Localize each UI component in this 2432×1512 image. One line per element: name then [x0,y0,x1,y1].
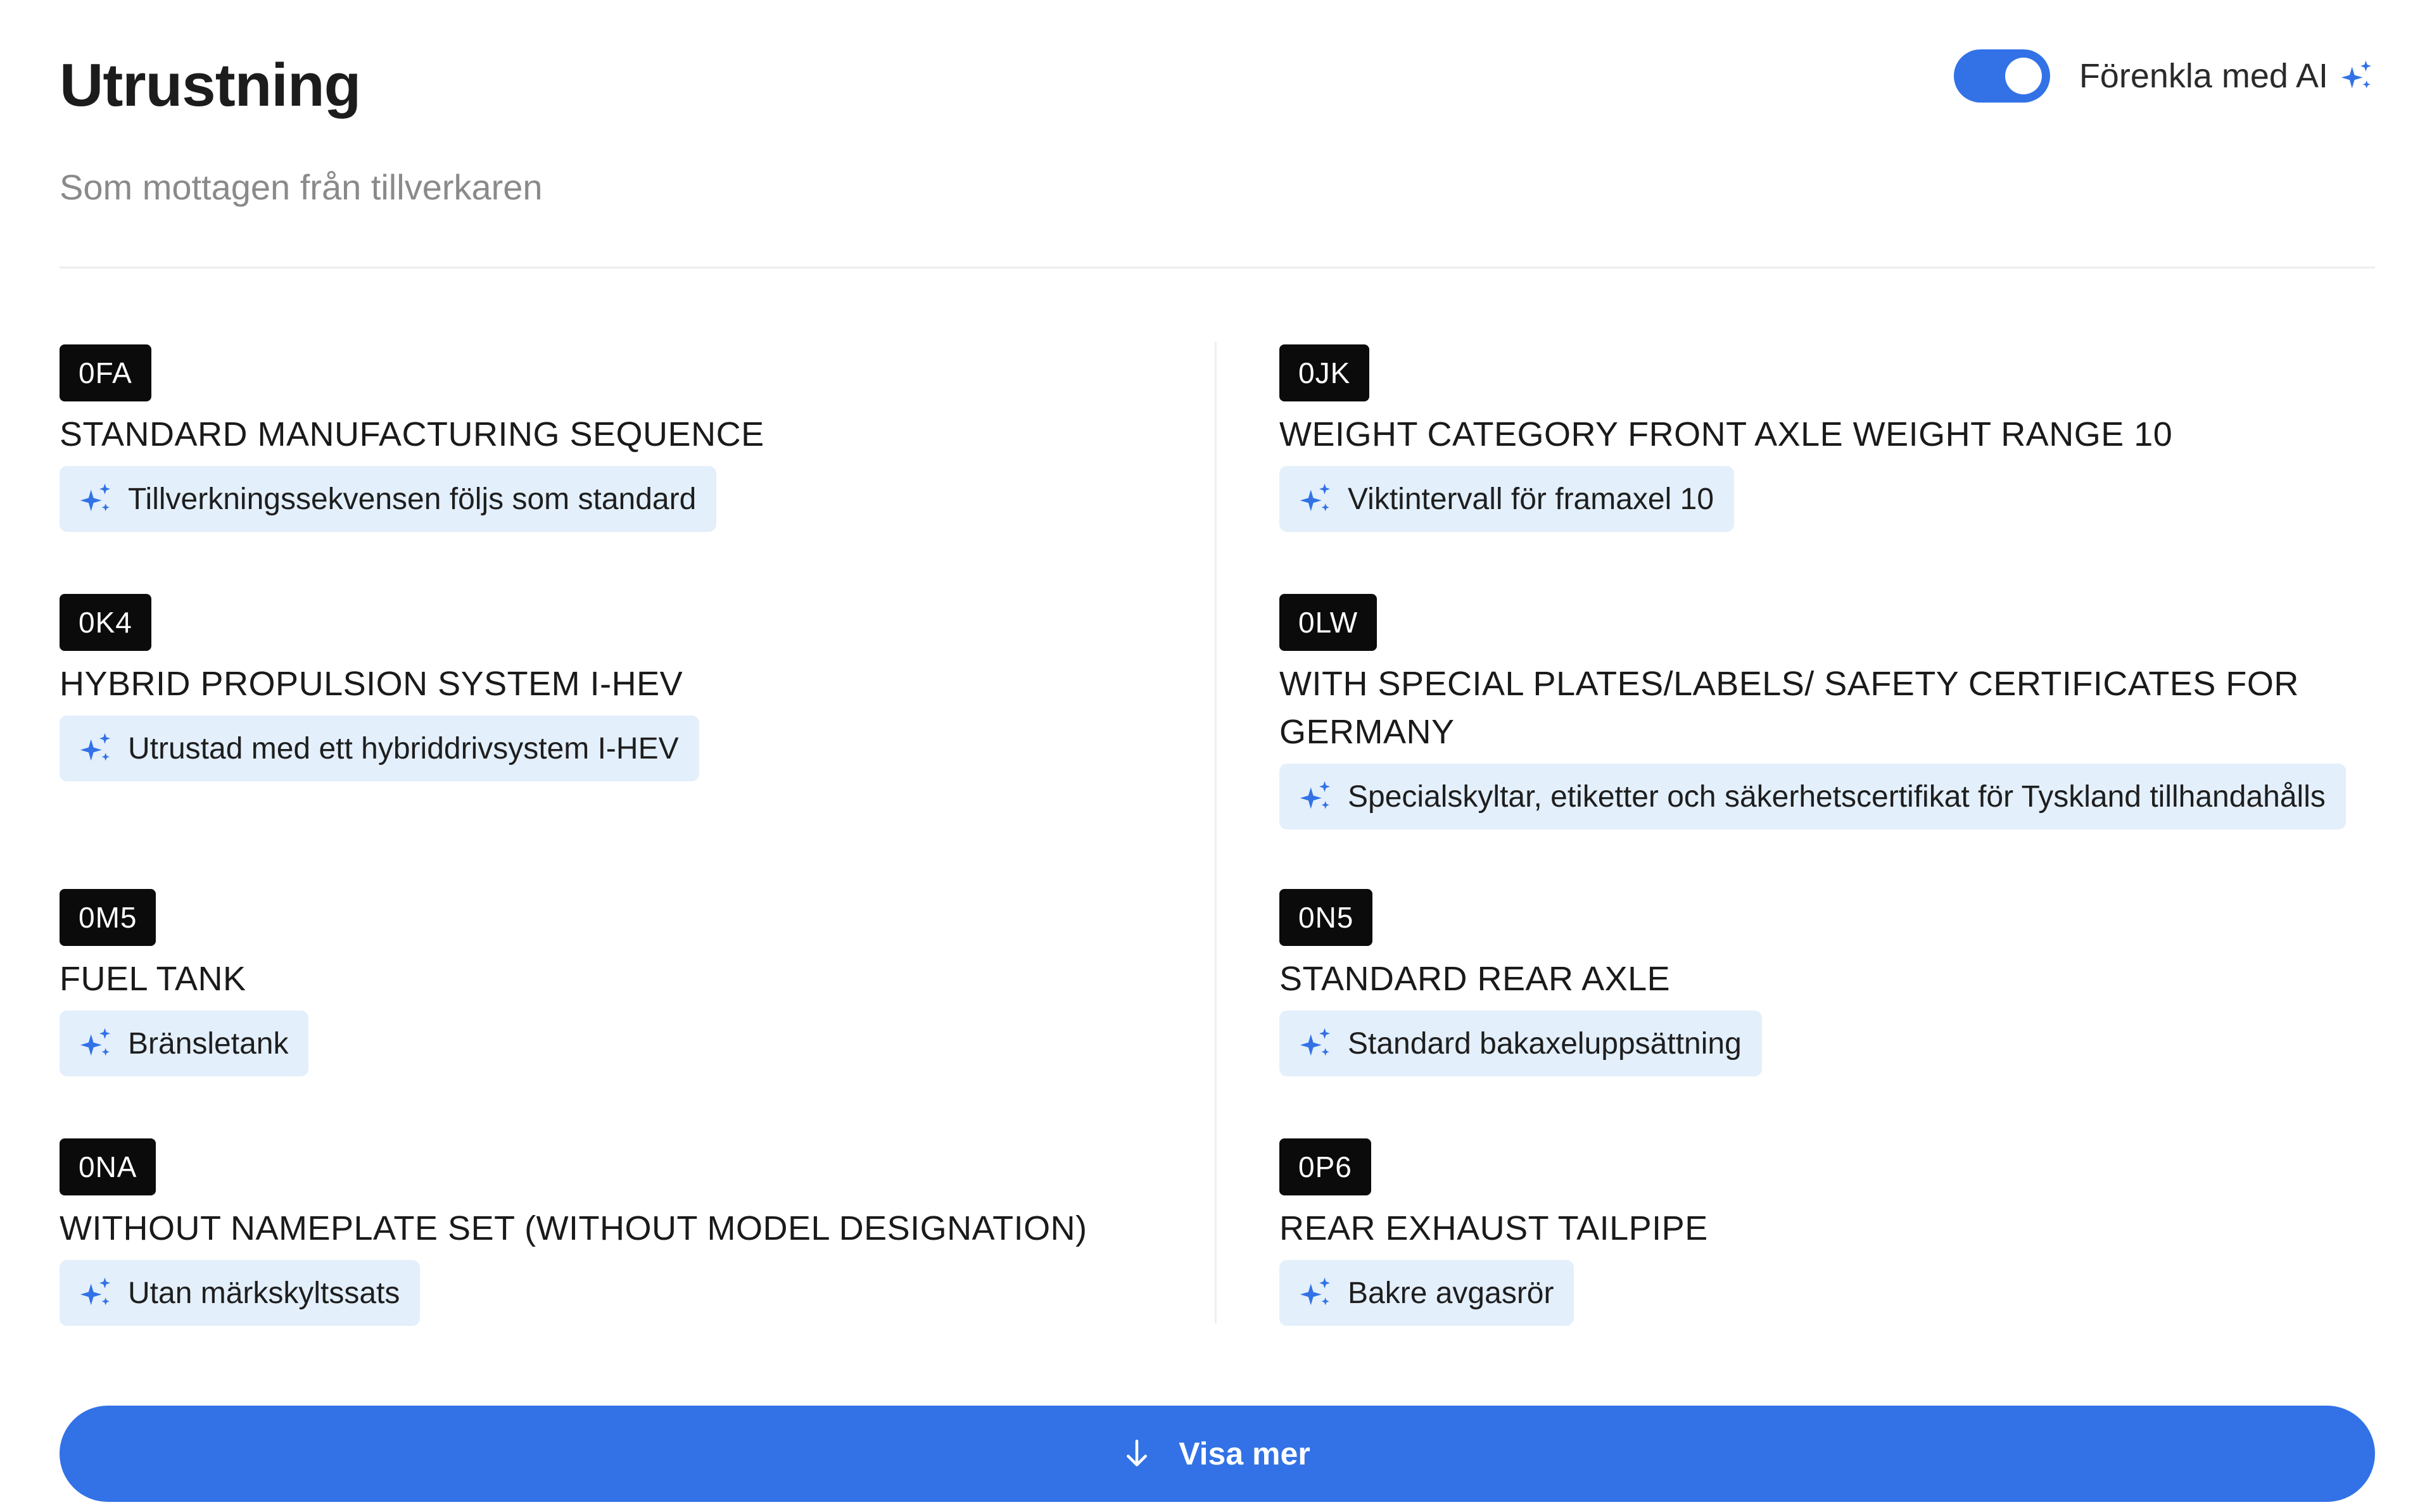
equipment-page: Utrustning Som mottagen från tillverkare… [0,0,2432,1512]
ai-simplify-toggle[interactable] [1953,49,2050,103]
equipment-header: Utrustning Som mottagen från tillverkare… [60,0,2375,268]
equipment-item: 0P6 REAR EXHAUST TAILPIPE Bakre avgasrör [1279,1138,1708,1326]
equipment-name: WITHOUT NAMEPLATE SET (WITHOUT MODEL DES… [60,1209,1087,1247]
ai-sparkle-icon [1300,781,1330,809]
equipment-code-badge: 0LW [1279,594,1378,651]
equipment-code-badge: 0K4 [60,594,151,651]
ai-sparkle-icon [80,483,110,512]
toggle-knob [2004,58,2042,94]
equipment-item: 0N5 STANDARD REAR AXLE Standard bakaxelu… [1279,889,1762,1076]
equipment-name: STANDARD REAR AXLE [1279,960,1671,998]
ai-description-text: Standard bakaxeluppsättning [1348,1026,1742,1061]
ai-description-chip: Tillverkningssekvensen följs som standar… [60,466,717,532]
page-subtitle: Som mottagen från tillverkaren [60,167,543,207]
equipment-name: REAR EXHAUST TAILPIPE [1279,1209,1708,1247]
ai-description-text: Utan märkskyltssats [128,1276,400,1310]
equipment-item: 0LW WITH SPECIAL PLATES/LABELS/ SAFETY C… [1279,594,2369,829]
ai-description-text: Tillverkningssekvensen följs som standar… [128,482,697,516]
column-divider [1215,342,1217,1323]
equipment-code-badge: 0FA [60,344,151,401]
ai-sparkle-icon [2341,60,2371,89]
equipment-item: 0NA WITHOUT NAMEPLATE SET (WITHOUT MODEL… [60,1138,1087,1326]
arrow-down-icon [1127,1439,1148,1466]
ai-description-text: Viktintervall för framaxel 10 [1348,482,1714,516]
equipment-item: 0K4 HYBRID PROPULSION SYSTEM I-HEV Utrus… [60,594,699,781]
equipment-code-badge: 0N5 [1279,889,1373,946]
ai-sparkle-icon [1300,1028,1330,1056]
ai-simplify-label: Förenkla med AI [2079,57,2328,95]
ai-description-text: Bakre avgasrör [1348,1276,1554,1310]
ai-description-chip: Utan märkskyltssats [60,1260,421,1326]
equipment-code-badge: 0P6 [1279,1138,1371,1195]
equipment-item: 0M5 FUEL TANK Bränsletank [60,889,309,1076]
equipment-name: STANDARD MANUFACTURING SEQUENCE [60,415,764,453]
equipment-code-badge: 0M5 [60,889,156,946]
ai-description-chip: Bränsletank [60,1011,309,1076]
equipment-item: 0FA STANDARD MANUFACTURING SEQUENCE Till… [60,344,764,532]
ai-sparkle-icon [80,733,110,761]
ai-sparkle-icon [80,1028,110,1056]
equipment-name: HYBRID PROPULSION SYSTEM I-HEV [60,665,683,703]
ai-description-text: Bränsletank [128,1026,289,1061]
ai-description-chip: Specialskyltar, etiketter och säkerhetsc… [1279,764,2346,829]
ai-description-chip: Utrustad med ett hybriddrivsystem I-HEV [60,715,699,781]
ai-simplify-control: Förenkla med AI [1953,49,2375,103]
equipment-name: FUEL TANK [60,960,246,998]
ai-description-chip: Viktintervall för framaxel 10 [1279,466,1735,532]
show-more-button[interactable]: Visa mer [60,1406,2375,1502]
equipment-name: WITH SPECIAL PLATES/LABELS/ SAFETY CERTI… [1279,665,2299,751]
page-title: Utrustning [60,51,361,119]
ai-description-chip: Bakre avgasrör [1279,1260,1574,1326]
equipment-item: 0JK WEIGHT CATEGORY FRONT AXLE WEIGHT RA… [1279,344,2172,532]
ai-sparkle-icon [1300,1277,1330,1306]
ai-description-text: Utrustad med ett hybriddrivsystem I-HEV [128,731,679,765]
ai-sparkle-icon [1300,483,1330,512]
show-more-label: Visa mer [1179,1436,1310,1471]
ai-sparkle-icon [80,1277,110,1306]
equipment-code-badge: 0JK [1279,344,1370,401]
ai-description-chip: Standard bakaxeluppsättning [1279,1011,1762,1076]
equipment-code-badge: 0NA [60,1138,156,1195]
equipment-name: WEIGHT CATEGORY FRONT AXLE WEIGHT RANGE … [1279,415,2173,453]
ai-description-text: Specialskyltar, etiketter och säkerhetsc… [1348,779,2326,814]
